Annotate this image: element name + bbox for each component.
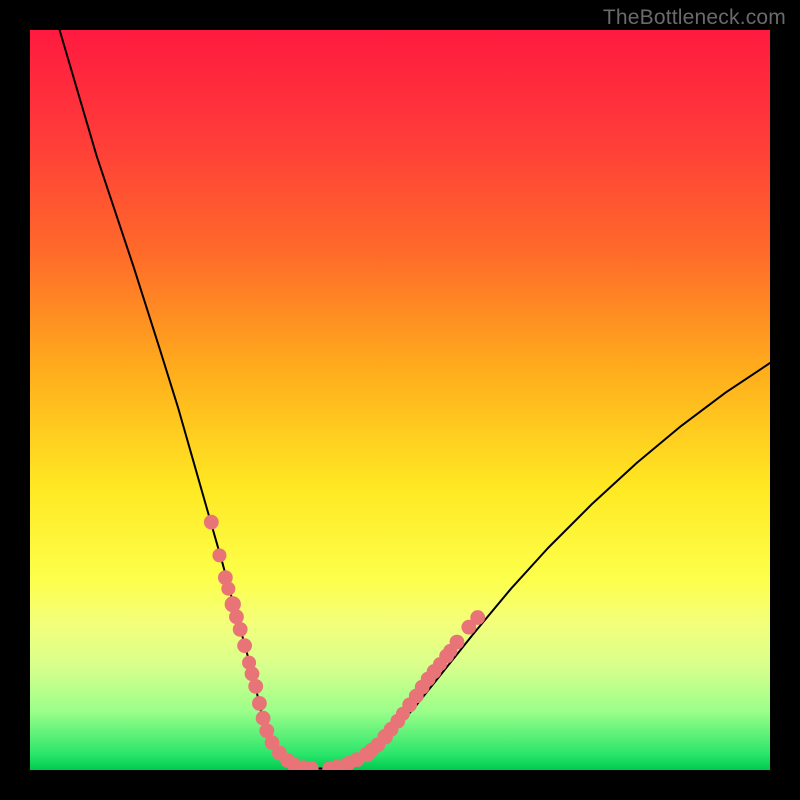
- curve-line: [60, 30, 770, 769]
- data-marker: [248, 679, 263, 694]
- data-marker: [237, 638, 252, 653]
- data-marker: [233, 622, 248, 637]
- plot-area: [30, 30, 770, 770]
- data-marker: [470, 610, 485, 625]
- data-marker: [252, 696, 267, 711]
- watermark-text: TheBottleneck.com: [603, 6, 786, 30]
- data-marker: [450, 635, 465, 650]
- chart-container: TheBottleneck.com: [0, 0, 800, 800]
- curve-markers: [204, 515, 485, 770]
- data-marker: [229, 609, 244, 624]
- data-marker: [221, 582, 235, 596]
- data-marker: [256, 711, 271, 726]
- data-marker: [212, 548, 226, 562]
- curve-overlay: [30, 30, 770, 770]
- data-marker: [245, 666, 260, 681]
- data-marker: [204, 515, 219, 530]
- main-curve-path: [60, 30, 770, 769]
